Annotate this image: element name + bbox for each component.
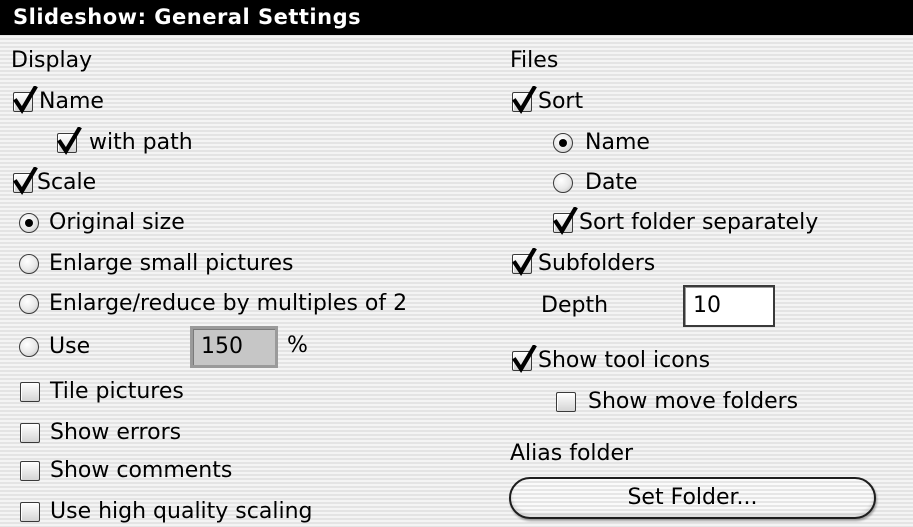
original-size-label: Original size (49, 210, 185, 235)
high-quality-checkbox-row[interactable]: Use high quality scaling (20, 497, 312, 527)
high-quality-checkbox[interactable] (20, 502, 40, 522)
set-folder-button[interactable]: Set Folder... (509, 477, 876, 519)
window-title: Slideshow: General Settings (13, 5, 362, 29)
scale-checkbox-row[interactable]: Scale (13, 167, 97, 198)
with-path-checkbox-row[interactable]: with path (57, 127, 193, 158)
subfolders-checkbox-row[interactable]: Subfolders (512, 248, 656, 279)
sort-date-radio-row[interactable]: Date (553, 168, 638, 198)
sort-name-label: Name (585, 130, 650, 155)
sort-folder-separately-label: Sort folder separately (579, 210, 819, 235)
checkmark-icon (553, 207, 578, 235)
sort-label: Sort (538, 89, 584, 114)
sort-folder-separately-checkbox[interactable] (553, 207, 578, 235)
enlarge-small-radio[interactable] (19, 254, 39, 274)
checkmark-icon (57, 127, 82, 155)
original-size-radio-row[interactable]: Original size (19, 208, 185, 238)
show-move-folders-checkbox-row[interactable]: Show move folders (556, 387, 798, 417)
show-tool-icons-label: Show tool icons (538, 348, 711, 373)
depth-label: Depth (541, 293, 609, 318)
scale-label: Scale (37, 170, 97, 195)
use-percent-value: 150 (201, 334, 243, 359)
display-heading: Display (11, 48, 93, 73)
alias-folder-heading: Alias folder (510, 441, 634, 466)
set-folder-button-label: Set Folder... (627, 485, 758, 510)
radio-dot-icon (25, 219, 33, 227)
files-heading: Files (510, 48, 559, 73)
checkmark-icon (512, 248, 537, 276)
high-quality-label: Use high quality scaling (50, 499, 313, 524)
tile-pictures-label: Tile pictures (50, 379, 184, 404)
name-label: Name (39, 89, 104, 114)
checkmark-icon (512, 345, 537, 373)
tile-pictures-checkbox[interactable] (20, 382, 40, 402)
checkmark-icon (13, 86, 38, 114)
name-checkbox[interactable] (13, 86, 38, 114)
percent-unit-label: % (287, 333, 308, 358)
with-path-checkbox[interactable] (57, 127, 82, 155)
show-comments-label: Show comments (50, 458, 233, 483)
name-checkbox-row[interactable]: Name (13, 86, 104, 117)
show-tool-icons-checkbox[interactable] (512, 345, 537, 373)
sort-name-radio[interactable] (553, 133, 573, 153)
sort-name-radio-row[interactable]: Name (553, 128, 650, 158)
show-errors-label: Show errors (50, 420, 182, 445)
show-errors-checkbox-row[interactable]: Show errors (20, 418, 181, 448)
use-percent-field[interactable]: 150 (190, 326, 278, 368)
subfolders-label: Subfolders (538, 251, 656, 276)
show-comments-checkbox-row[interactable]: Show comments (20, 456, 232, 486)
show-comments-checkbox[interactable] (20, 461, 40, 481)
enlarge-reduce-radio[interactable] (19, 294, 39, 314)
checkmark-icon (13, 167, 38, 195)
title-bar: Slideshow: General Settings (0, 0, 913, 35)
use-radio[interactable] (19, 337, 39, 357)
show-move-folders-checkbox[interactable] (556, 392, 576, 412)
depth-input[interactable]: 10 (683, 285, 775, 327)
enlarge-small-radio-row[interactable]: Enlarge small pictures (19, 249, 293, 279)
sort-folder-separately-checkbox-row[interactable]: Sort folder separately (553, 207, 819, 238)
checkmark-icon (512, 86, 537, 114)
sort-date-radio[interactable] (553, 173, 573, 193)
enlarge-reduce-radio-row[interactable]: Enlarge/reduce by multiples of 2 (19, 289, 407, 319)
use-label: Use (49, 334, 91, 359)
original-size-radio[interactable] (19, 213, 39, 233)
scale-checkbox[interactable] (13, 167, 38, 195)
tile-pictures-checkbox-row[interactable]: Tile pictures (20, 377, 184, 407)
sort-date-label: Date (585, 170, 638, 195)
enlarge-small-label: Enlarge small pictures (49, 251, 294, 276)
show-errors-checkbox[interactable] (20, 423, 40, 443)
sort-checkbox[interactable] (512, 86, 537, 114)
sort-checkbox-row[interactable]: Sort (512, 86, 584, 117)
subfolders-checkbox[interactable] (512, 248, 537, 276)
use-radio-row[interactable]: Use (19, 332, 90, 362)
enlarge-reduce-label: Enlarge/reduce by multiples of 2 (49, 291, 408, 316)
depth-value: 10 (693, 293, 721, 318)
radio-dot-icon (559, 139, 567, 147)
show-tool-icons-checkbox-row[interactable]: Show tool icons (512, 345, 711, 376)
with-path-label: with path (89, 130, 193, 155)
show-move-folders-label: Show move folders (588, 389, 799, 414)
